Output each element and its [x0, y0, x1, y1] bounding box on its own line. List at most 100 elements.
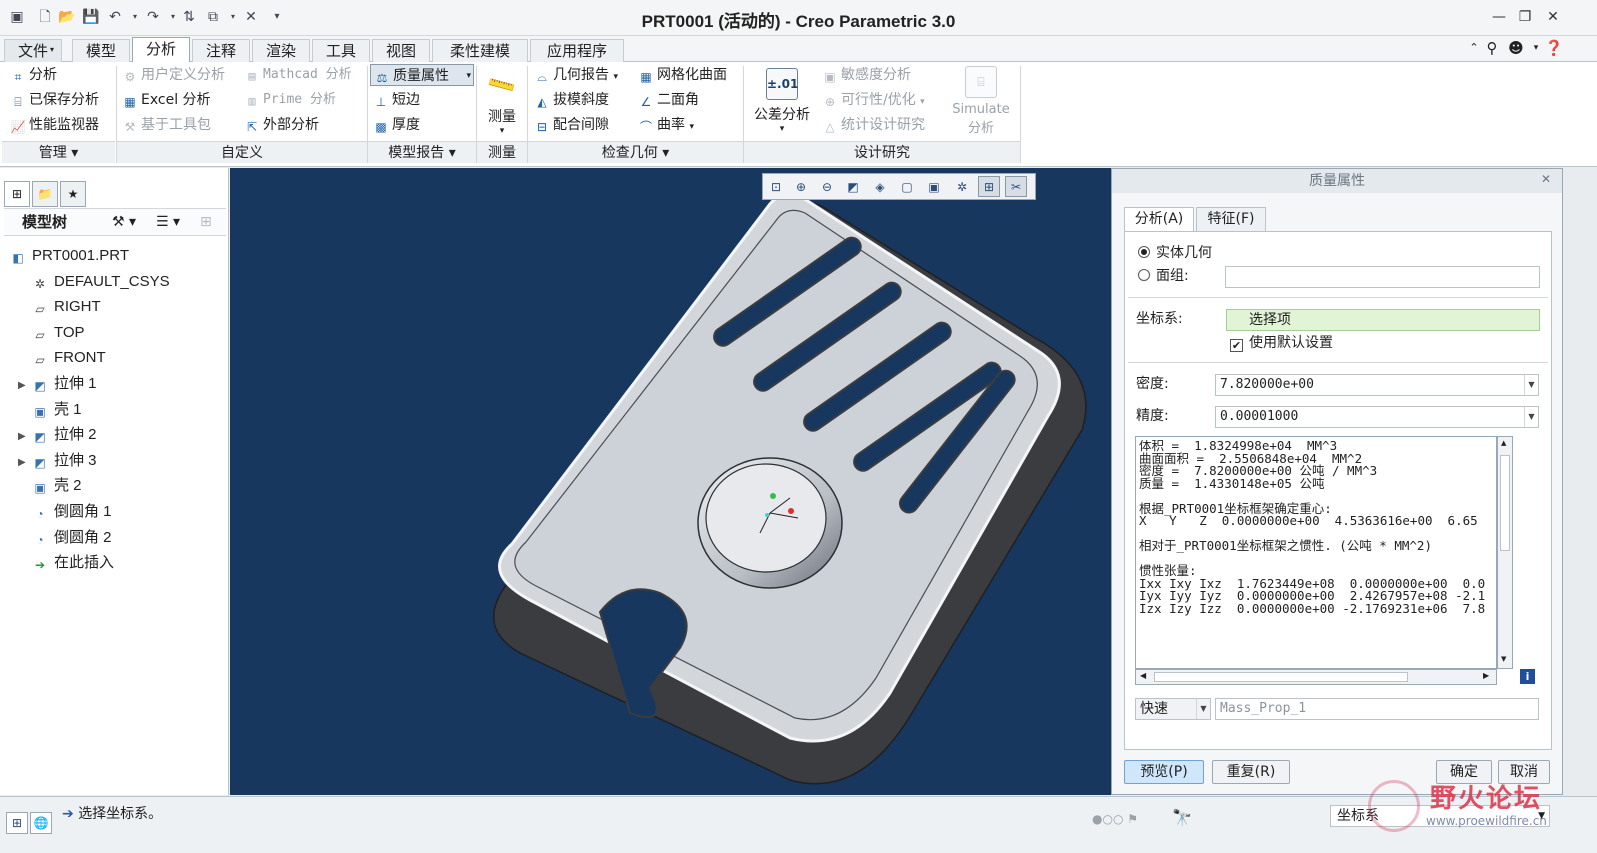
tab-7[interactable]: 视图 — [372, 39, 430, 63]
tree-node[interactable]: ✲ DEFAULT_CSYS — [18, 269, 170, 294]
saved-analysis-button[interactable]: ⌸ 已保存分析 — [10, 89, 99, 111]
part-model[interactable] — [230, 168, 1111, 795]
model-tree-tab-icon[interactable]: ⊞ — [4, 181, 30, 207]
restore-icon[interactable]: ❐ — [1516, 8, 1534, 26]
results-vertical-scrollbar[interactable]: ▲ ▼ — [1497, 436, 1513, 669]
scroll-left-icon[interactable]: ◀ — [1140, 671, 1146, 680]
datum-display-icon[interactable]: ✲ — [951, 176, 973, 197]
repeat-button[interactable]: 重复(R) — [1212, 760, 1290, 784]
simulate-analysis-button[interactable]: ⌸ Simulate 分析 — [946, 66, 1016, 136]
expand-arrow-icon[interactable]: ▶ — [18, 424, 32, 449]
density-combo[interactable]: 7.820000e+00 ▼ — [1215, 374, 1539, 396]
tab-4[interactable]: 注释 — [192, 39, 250, 63]
calculation-mode-combo[interactable]: 快速 ▼ — [1135, 698, 1211, 720]
density-dropdown-icon[interactable]: ▼ — [1524, 375, 1538, 395]
community-icon[interactable]: ☻ — [1506, 38, 1526, 58]
zoom-out-icon[interactable]: ⊖ — [816, 176, 838, 197]
thickness-button[interactable]: ▩ 厚度 — [373, 114, 420, 136]
feasibility-button[interactable]: ⊕ 可行性/优化 ▾ — [822, 89, 925, 111]
quilt-radio[interactable]: 面组: — [1138, 265, 1189, 287]
tab-6[interactable]: 工具 — [312, 39, 370, 63]
folder-browser-tab-icon[interactable]: 📁 — [32, 181, 58, 207]
tree-node[interactable]: ◔ 倒圆角 1 — [18, 499, 111, 524]
scroll-thumb[interactable] — [1500, 455, 1510, 551]
accuracy-combo[interactable]: 0.00001000 ▼ — [1215, 406, 1539, 428]
tree-filter-icon[interactable]: ☰ ▾ — [156, 211, 180, 233]
draft-button[interactable]: ◭ 拔模斜度 — [534, 89, 609, 111]
tree-node[interactable]: ▱ RIGHT — [18, 294, 100, 319]
mathcad-analysis-button[interactable]: ▤ Mathcad 分析 — [244, 64, 351, 86]
display-style-icon[interactable]: ◈ — [869, 176, 891, 197]
collapse-ribbon-icon[interactable]: ⌃ — [1464, 38, 1484, 58]
repaint-icon[interactable]: ◩ — [842, 176, 864, 197]
tab-2[interactable]: 模型 — [72, 39, 130, 63]
geometry-report-button[interactable]: ⌓ 几何报告 ▾ — [534, 64, 618, 86]
tree-node[interactable]: ▱ TOP — [18, 320, 84, 345]
tree-node[interactable]: ➔ 在此插入 — [18, 550, 114, 575]
csys-collector[interactable]: 选择项 — [1226, 309, 1540, 331]
tree-node[interactable]: ▶ ◩ 拉伸 3 — [18, 448, 97, 473]
favorites-tab-icon[interactable]: ★ — [60, 181, 86, 207]
tree-node[interactable]: ▶ ◩ 拉伸 1 — [18, 371, 97, 396]
tree-node[interactable]: ▣ 壳 2 — [18, 473, 81, 498]
tab-5[interactable]: 渲染 — [252, 39, 310, 63]
quilt-field[interactable] — [1225, 266, 1540, 288]
tree-node[interactable]: ◔ 倒圆角 2 — [18, 525, 111, 550]
tree-node[interactable]: ▶ ◩ 拉伸 2 — [18, 422, 97, 447]
expand-arrow-icon[interactable]: ▶ — [18, 450, 32, 475]
mass-properties-dropdown-icon[interactable]: ▾ — [466, 65, 471, 87]
tree-node[interactable]: ◧ PRT0001.PRT — [10, 243, 129, 268]
use-default-checkbox[interactable]: ✔ 使用默认设置 — [1230, 332, 1333, 354]
clearance-button[interactable]: ⊟ 配合间隙 — [534, 114, 609, 136]
external-analysis-button[interactable]: ⇱ 外部分析 — [244, 114, 319, 136]
analysis-button[interactable]: ⌗ 分析 — [10, 64, 57, 86]
tab-analysis[interactable]: 分析(A) — [1124, 207, 1194, 232]
accuracy-dropdown-icon[interactable]: ▼ — [1524, 407, 1538, 427]
feasibility-dropdown-icon[interactable]: ▾ — [920, 97, 925, 107]
zoom-in-icon[interactable]: ⊕ — [790, 176, 812, 197]
tab-feature[interactable]: 特征(F) — [1196, 207, 1266, 231]
close-icon[interactable]: ✕ — [1544, 8, 1562, 26]
tolerance-dropdown-icon[interactable]: ▾ — [750, 124, 814, 134]
user-defined-analysis-button[interactable]: ⚙ 用户定义分析 — [122, 64, 225, 86]
excel-analysis-button[interactable]: ▦ Excel 分析 — [122, 89, 210, 111]
geometry-report-dropdown-icon[interactable]: ▾ — [613, 72, 618, 82]
file-menu-dropdown-icon[interactable]: ▾ — [50, 45, 54, 54]
saved-orientations-icon[interactable]: ▢ — [896, 176, 918, 197]
find-icon[interactable]: 🔭 — [1172, 808, 1192, 827]
info-icon[interactable]: i — [1520, 669, 1535, 684]
scroll-right-icon[interactable]: ▶ — [1483, 671, 1489, 680]
mode-dropdown-icon[interactable]: ▼ — [1196, 699, 1210, 719]
scroll-down-icon[interactable]: ▼ — [1501, 655, 1506, 663]
help-icon[interactable]: ❓ — [1544, 38, 1564, 58]
solid-geometry-radio[interactable]: 实体几何 — [1138, 242, 1212, 264]
expand-arrow-icon[interactable]: ▶ — [18, 373, 32, 398]
group-model-report-label[interactable]: 模型报告 ▾ — [368, 141, 476, 163]
short-edge-button[interactable]: ⊥ 短边 — [373, 89, 420, 111]
tree-columns-icon[interactable]: ⊞ — [200, 211, 212, 233]
mesh-surface-button[interactable]: ▦ 网格化曲面 — [638, 64, 727, 86]
spin-center-icon[interactable]: ✂ — [1005, 176, 1027, 197]
tree-settings-icon[interactable]: ⚒ ▾ — [112, 211, 136, 233]
refit-icon[interactable]: ⊡ — [765, 176, 787, 197]
tolerance-analysis-button[interactable]: ±.01 公差分析 ▾ — [750, 68, 814, 134]
view-manager-icon[interactable]: ▣ — [923, 176, 945, 197]
measure-dropdown-icon[interactable]: ▾ — [482, 126, 522, 136]
group-manage-label[interactable]: 管理 ▾ — [2, 141, 115, 163]
community-dropdown-icon[interactable]: ▾ — [1526, 38, 1546, 58]
group-inspect-label[interactable]: 检查几何 ▾ — [528, 141, 743, 163]
graphics-viewport[interactable] — [230, 168, 1111, 795]
toggle-browser-icon[interactable]: 🌐 — [30, 812, 52, 834]
sensitivity-analysis-button[interactable]: ▣ 敏感度分析 — [822, 64, 911, 86]
statistical-design-button[interactable]: △ 统计设计研究 — [822, 114, 925, 136]
toggle-navigator-icon[interactable]: ⊞ — [6, 812, 28, 834]
tab-8[interactable]: 柔性建模 — [432, 39, 528, 63]
mass-properties-button[interactable]: ⚖ 质量属性 ▾ — [370, 64, 474, 86]
tree-node[interactable]: ▱ FRONT — [18, 345, 105, 370]
results-horizontal-scrollbar[interactable]: ◀ ▶ — [1135, 669, 1497, 685]
preview-button[interactable]: 预览(P) — [1124, 760, 1204, 784]
dialog-close-icon[interactable]: ✕ — [1541, 172, 1551, 186]
minimize-icon[interactable]: — — [1490, 8, 1508, 26]
scroll-up-icon[interactable]: ▲ — [1501, 439, 1506, 447]
scroll-thumb-horizontal[interactable] — [1154, 672, 1408, 682]
